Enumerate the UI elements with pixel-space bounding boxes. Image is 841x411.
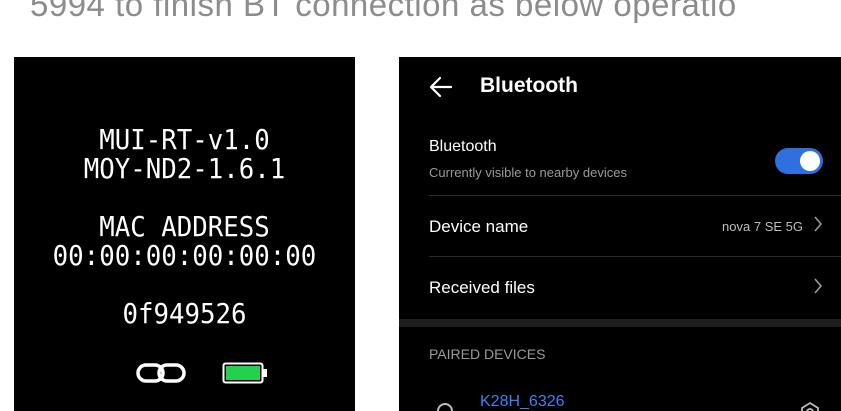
bluetooth-toggle[interactable] bbox=[775, 148, 823, 174]
device-name-row[interactable]: Device name nova 7 SE 5G bbox=[399, 197, 841, 255]
page-title: Bluetooth bbox=[480, 74, 578, 97]
device-name-title: Device name bbox=[429, 217, 529, 236]
caption-text: 5994 to finish BT connection as below op… bbox=[30, 0, 737, 23]
received-files-title: Received files bbox=[429, 278, 535, 297]
top-bar: Bluetooth bbox=[399, 57, 841, 117]
bluetooth-toggle-row[interactable]: Bluetooth Currently visible to nearby de… bbox=[399, 132, 841, 192]
paired-device-item[interactable]: K28H_6326 bbox=[399, 387, 841, 411]
pairing-code: 0f949526 bbox=[122, 297, 247, 330]
firmware-line-2: MOY-ND2-1.6.1 bbox=[83, 152, 286, 185]
divider bbox=[429, 195, 841, 196]
link-icon bbox=[135, 360, 187, 390]
device-name-value: nova 7 SE 5G bbox=[722, 219, 803, 234]
mac-address-label: MAC ADDRESS bbox=[99, 210, 270, 243]
firmware-line-1: MUI-RT-v1.0 bbox=[99, 123, 270, 156]
chevron-right-icon bbox=[813, 215, 823, 238]
bluetooth-row-subtitle: Currently visible to nearby devices bbox=[429, 165, 627, 180]
received-files-row[interactable]: Received files bbox=[399, 257, 841, 317]
battery-icon bbox=[222, 362, 270, 388]
mac-address-value: 00:00:00:00:00:00 bbox=[52, 239, 317, 272]
settings-gear-icon[interactable] bbox=[799, 401, 821, 411]
phone-screen: Bluetooth Bluetooth Currently visible to… bbox=[399, 57, 841, 411]
paired-device-name: K28H_6326 bbox=[480, 393, 565, 410]
chevron-right-icon bbox=[813, 277, 823, 300]
bluetooth-row-title: Bluetooth bbox=[429, 138, 497, 155]
back-arrow-icon[interactable] bbox=[429, 76, 453, 103]
paired-devices-header: PAIRED DEVICES bbox=[429, 346, 546, 362]
section-separator bbox=[399, 319, 841, 327]
device-screen: MUI-RT-v1.0 MOY-ND2-1.6.1 MAC ADDRESS 00… bbox=[14, 57, 355, 411]
toggle-knob bbox=[800, 151, 820, 171]
device-icon bbox=[435, 401, 455, 411]
